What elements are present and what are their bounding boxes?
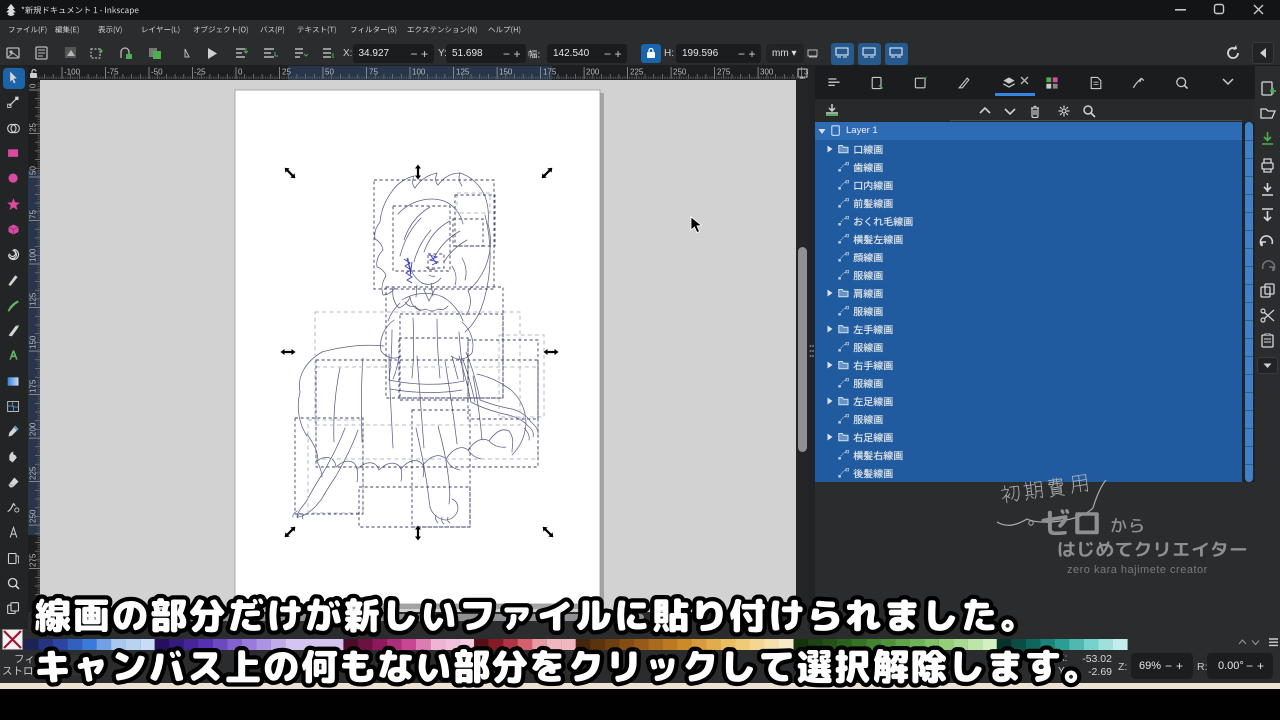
svg-text:75: 75: [29, 210, 38, 219]
svg-text:275: 275: [717, 68, 731, 77]
svg-text:175: 175: [29, 379, 38, 393]
svg-text:275: 275: [29, 553, 38, 567]
svg-text:-25: -25: [194, 68, 206, 77]
svg-text:0: 0: [29, 83, 38, 88]
svg-text:250: 250: [29, 509, 38, 523]
svg-text:100: 100: [29, 248, 38, 262]
svg-text:225: 225: [29, 466, 38, 480]
svg-text:75: 75: [369, 68, 378, 77]
svg-text:175: 175: [543, 68, 557, 77]
svg-text:25: 25: [282, 68, 291, 77]
svg-text:200: 200: [29, 422, 38, 436]
svg-text:50: 50: [29, 166, 38, 175]
svg-text:225: 225: [630, 68, 644, 77]
svg-text:-75: -75: [107, 68, 119, 77]
svg-text:50: 50: [325, 68, 334, 77]
svg-text:-100: -100: [64, 68, 81, 77]
svg-text:125: 125: [456, 68, 470, 77]
svg-text:150: 150: [29, 335, 38, 349]
svg-text:125: 125: [29, 292, 38, 306]
svg-text:25: 25: [29, 123, 38, 132]
svg-text:0: 0: [238, 68, 243, 77]
svg-text:-50: -50: [151, 68, 163, 77]
